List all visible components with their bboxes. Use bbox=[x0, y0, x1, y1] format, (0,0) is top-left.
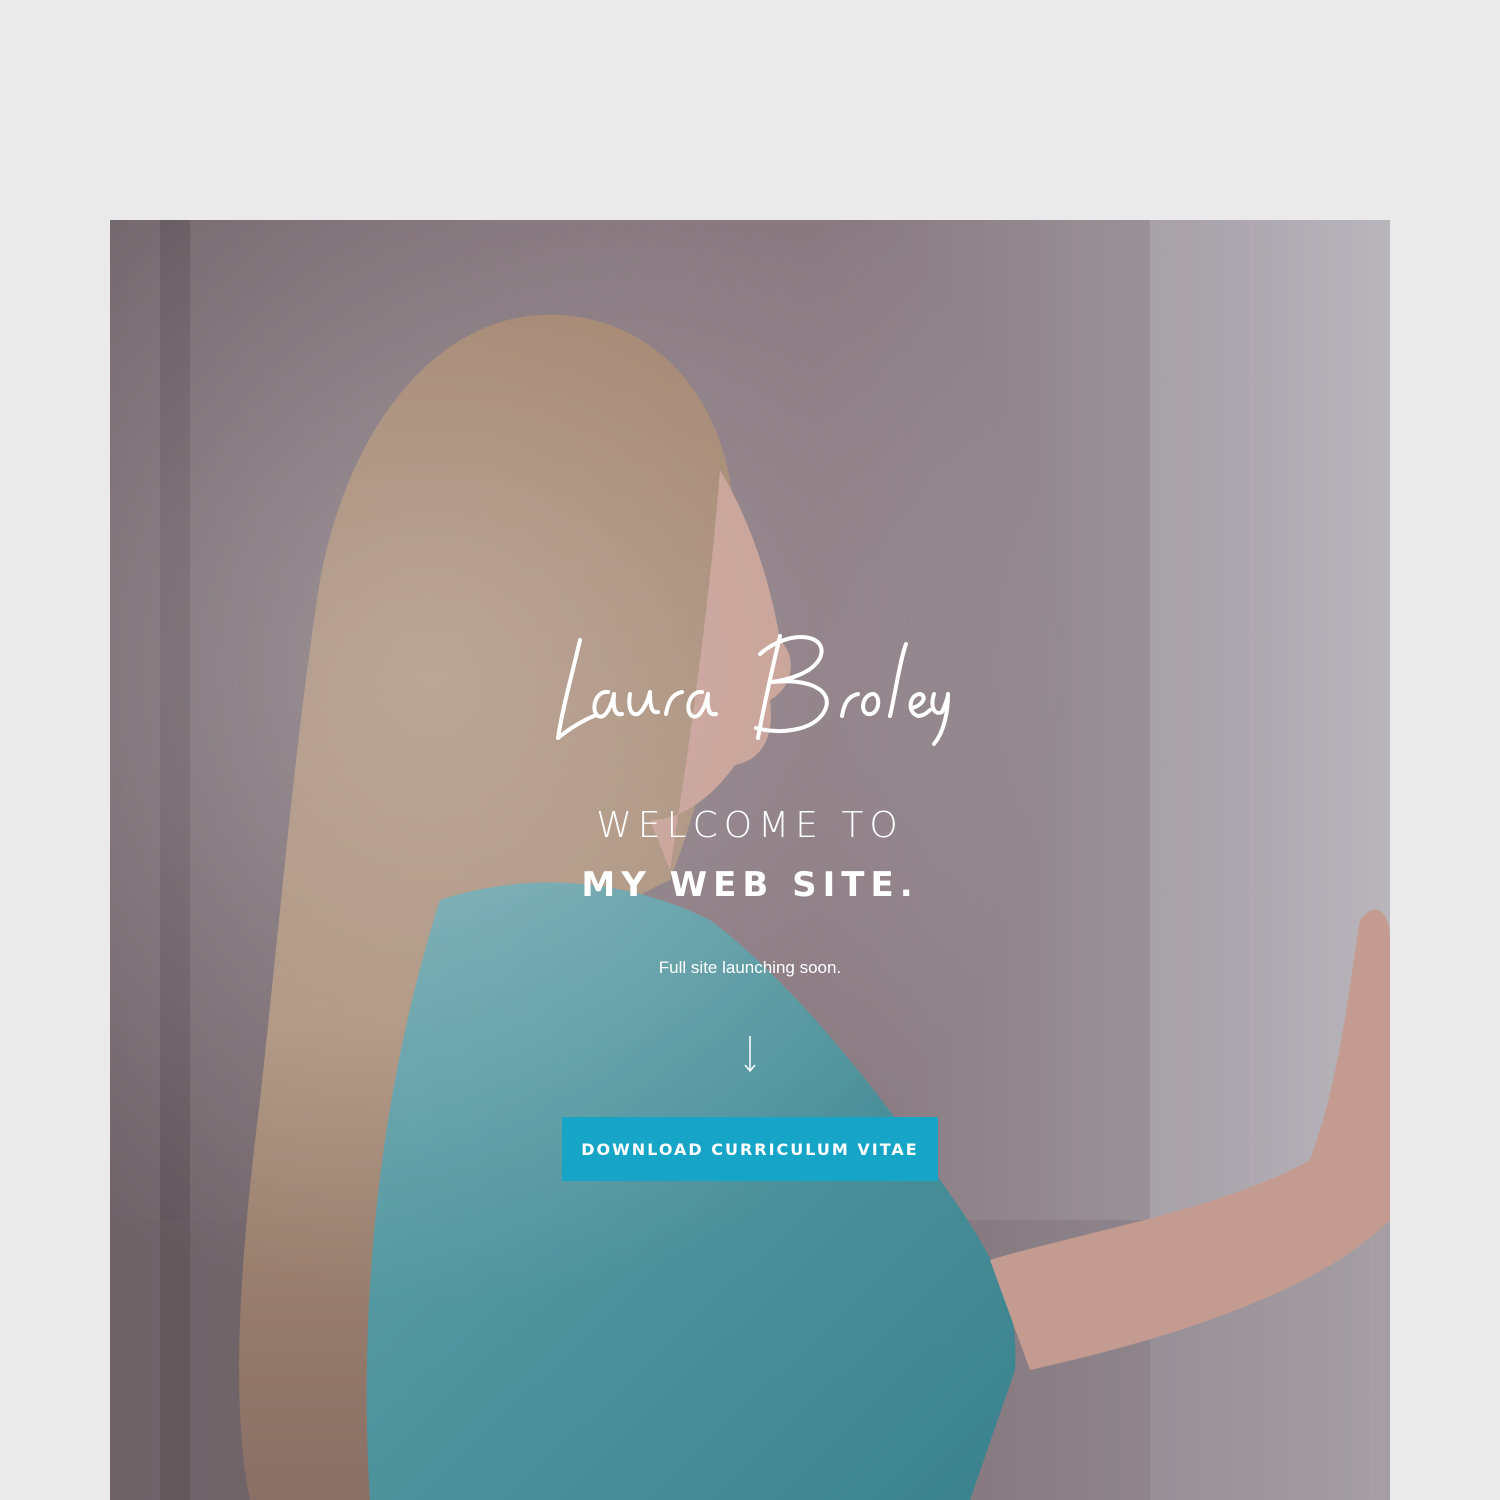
welcome-heading: WELCOME TO bbox=[596, 805, 904, 846]
signature-logo bbox=[556, 634, 950, 746]
arrow-down-icon[interactable] bbox=[738, 1034, 762, 1074]
launch-subtitle: Full site launching soon. bbox=[658, 958, 842, 977]
site-title-heading: MY WEB SITE. bbox=[581, 865, 919, 905]
page: WELCOME TO MY WEB SITE. Full site launch… bbox=[0, 0, 1500, 1500]
hero-content: WELCOME TO MY WEB SITE. Full site launch… bbox=[110, 220, 1390, 1500]
hero-section: WELCOME TO MY WEB SITE. Full site launch… bbox=[110, 220, 1390, 1500]
download-cv-button[interactable]: DOWNLOAD CURRICULUM VITAE bbox=[562, 1117, 938, 1181]
